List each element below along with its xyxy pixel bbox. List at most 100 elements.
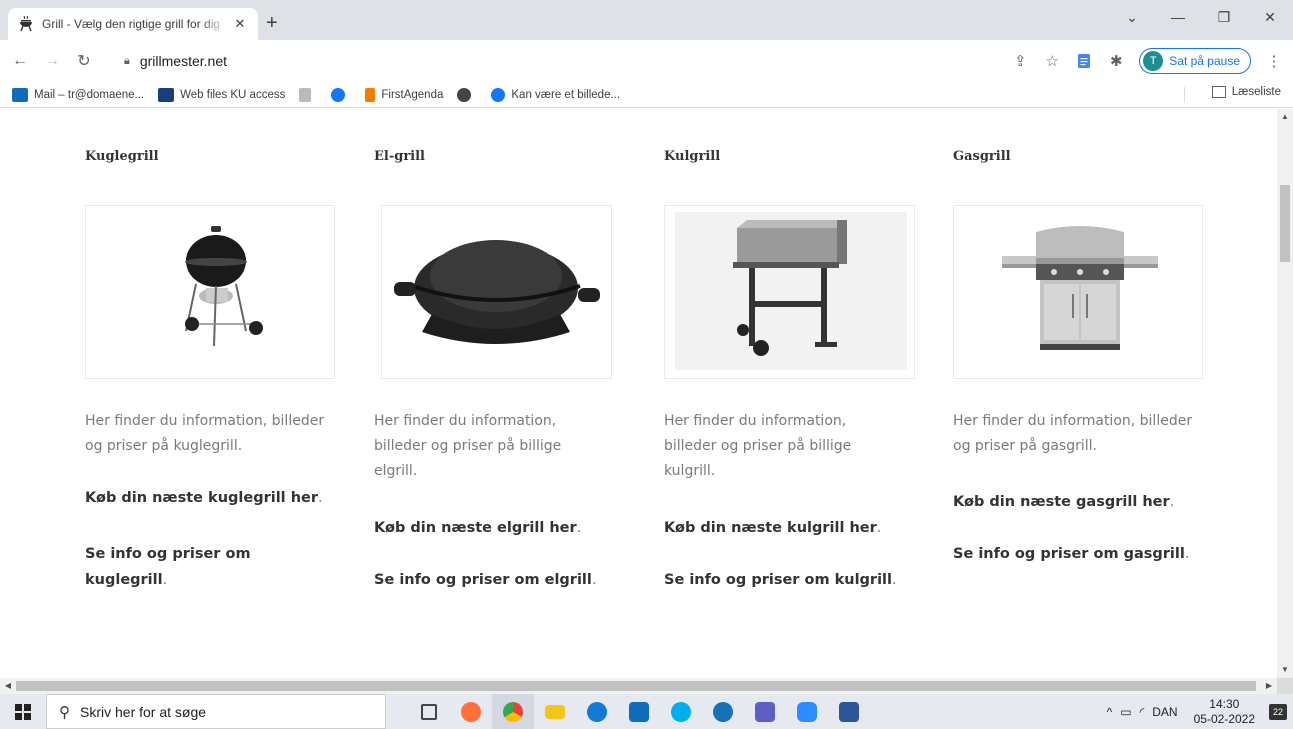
bookmark-web-files[interactable]: Web files KU access xyxy=(158,87,286,102)
buy-link[interactable]: Køb din næste kuglegrill her. xyxy=(85,485,355,511)
period: . xyxy=(1184,546,1190,562)
task-view-button[interactable] xyxy=(408,694,450,729)
lock-icon[interactable]: 🔒︎ xyxy=(124,55,130,68)
teams-icon xyxy=(755,701,775,722)
edge-button[interactable] xyxy=(576,694,618,729)
buy-link[interactable]: Køb din næste gasgrill her. xyxy=(953,489,1223,515)
address-bar[interactable]: 🔒︎ grillmester.net xyxy=(112,46,1046,76)
back-button[interactable]: ← xyxy=(8,49,32,73)
horizontal-scrollbar[interactable]: ◀ ▶ xyxy=(0,678,1277,694)
clock[interactable]: 14:30 05-02-2022 xyxy=(1194,697,1255,727)
docs-extension-icon[interactable] xyxy=(1075,52,1093,70)
category-title: Kuglegrill xyxy=(85,149,159,164)
teams-button[interactable] xyxy=(744,694,786,729)
vertical-scroll-thumb[interactable] xyxy=(1280,185,1290,262)
facebook-icon xyxy=(331,87,346,102)
chrome-icon xyxy=(503,701,523,722)
bookmark-label: Mail – tr@domaene... xyxy=(34,88,145,101)
skype-business-button[interactable] xyxy=(702,694,744,729)
bookmark-globe[interactable] xyxy=(457,87,477,102)
period: . xyxy=(591,572,597,588)
horizontal-scroll-thumb[interactable] xyxy=(16,681,1256,691)
battery-icon[interactable]: ▭ xyxy=(1120,705,1131,719)
notification-center-button[interactable]: 22 xyxy=(1263,694,1293,729)
buy-link-text[interactable]: Køb din næste kulgrill her xyxy=(664,520,877,536)
info-link[interactable]: Se info og priser om gasgrill. xyxy=(953,541,1223,567)
minimize-button[interactable]: — xyxy=(1155,0,1201,34)
word-button[interactable] xyxy=(828,694,870,729)
bookmark-separator xyxy=(1184,87,1185,103)
share-icon[interactable]: ⇪ xyxy=(1011,52,1029,70)
info-link-text[interactable]: Se info og priser om elgrill xyxy=(374,572,592,588)
skype-icon xyxy=(671,701,691,722)
info-link[interactable]: Se info og priser om kuglegrill. xyxy=(85,541,285,593)
file-explorer-button[interactable] xyxy=(534,694,576,729)
bookmark-facebook-image[interactable]: Kan være et billede... xyxy=(491,87,620,102)
search-placeholder: Skriv her for at søge xyxy=(80,703,207,720)
scroll-right-arrow-icon[interactable]: ▶ xyxy=(1261,678,1277,694)
search-icon: ⚲ xyxy=(59,703,70,721)
scroll-left-arrow-icon[interactable]: ◀ xyxy=(0,678,16,694)
tab-search-icon[interactable]: ⌄ xyxy=(1109,0,1155,34)
bookmark-facebook[interactable] xyxy=(331,87,351,102)
buy-link[interactable]: Køb din næste kulgrill her. xyxy=(664,515,934,541)
category-description: Her finder du information, billeder og p… xyxy=(374,413,562,479)
show-hidden-icons-icon[interactable]: ^ xyxy=(1107,705,1113,719)
category-title: Kulgrill xyxy=(664,149,721,164)
category-title: Gasgrill xyxy=(953,149,1011,164)
bookmark-flag-icon xyxy=(365,87,376,102)
gas-grill-image[interactable] xyxy=(953,205,1203,379)
electric-grill-image[interactable] xyxy=(381,205,612,379)
scroll-down-arrow-icon[interactable]: ▼ xyxy=(1277,662,1293,678)
new-tab-button[interactable]: + xyxy=(266,13,278,33)
wifi-icon[interactable]: ◜ xyxy=(1140,705,1145,719)
browser-toolbar: ← → ↻ 🔒︎ grillmester.net ⇪ ☆ ✱ T Sat på … xyxy=(0,40,1293,82)
period: . xyxy=(162,572,168,588)
bookmark-crest[interactable] xyxy=(299,87,317,102)
extensions-puzzle-icon[interactable]: ✱ xyxy=(1107,52,1125,70)
task-view-icon xyxy=(421,703,437,720)
buy-link[interactable]: Køb din næste elgrill her. xyxy=(374,515,644,541)
bookmark-star-icon[interactable]: ☆ xyxy=(1043,52,1061,70)
start-button[interactable] xyxy=(0,694,46,729)
forward-button[interactable]: → xyxy=(40,49,64,73)
buy-link-text[interactable]: Køb din næste gasgrill her xyxy=(953,494,1170,510)
outlook-button[interactable] xyxy=(618,694,660,729)
info-link-text[interactable]: Se info og priser om kuglegrill xyxy=(85,546,251,588)
reload-button[interactable]: ↻ xyxy=(72,49,96,73)
charcoal-grill-image[interactable] xyxy=(664,205,915,379)
browser-tab[interactable]: Grill - Vælg den rigtige grill for dig ✕ xyxy=(8,8,258,40)
input-language[interactable]: DAN xyxy=(1152,705,1177,719)
period: . xyxy=(576,520,582,536)
chrome-button[interactable] xyxy=(492,694,534,729)
info-link-text[interactable]: Se info og priser om kulgrill xyxy=(664,572,892,588)
close-window-button[interactable]: ✕ xyxy=(1247,0,1293,34)
info-link-text[interactable]: Se info og priser om gasgrill xyxy=(953,546,1185,562)
restore-button[interactable]: ❐ xyxy=(1201,0,1247,34)
profile-button[interactable]: T Sat på pause xyxy=(1139,48,1251,74)
tab-close-icon[interactable]: ✕ xyxy=(232,16,248,32)
info-link[interactable]: Se info og priser om elgrill. xyxy=(374,567,644,593)
page-viewport: Kuglegrill Her finder du information, bi… xyxy=(0,109,1277,678)
buy-link-text[interactable]: Køb din næste elgrill her xyxy=(374,520,577,536)
kettle-grill-image[interactable] xyxy=(85,205,335,379)
reading-list-icon xyxy=(1211,86,1226,98)
zoom-button[interactable] xyxy=(786,694,828,729)
toolbar-actions: ⇪ ☆ ✱ T Sat på pause ⋮ xyxy=(1011,46,1283,76)
skype-button[interactable] xyxy=(660,694,702,729)
browser-menu-icon[interactable]: ⋮ xyxy=(1265,52,1283,70)
bookmark-firstagenda[interactable]: FirstAgenda xyxy=(365,87,443,102)
bookmark-label: Web files KU access xyxy=(180,88,286,101)
reading-list-button[interactable]: Læseliste xyxy=(1211,86,1281,98)
scroll-up-arrow-icon[interactable]: ▲ xyxy=(1277,109,1293,125)
url-text[interactable]: grillmester.net xyxy=(140,53,227,69)
taskbar-search-box[interactable]: ⚲ Skriv her for at søge xyxy=(46,694,386,729)
buy-link-text[interactable]: Køb din næste kuglegrill her xyxy=(85,490,318,506)
tab-title: Grill - Vælg den rigtige grill for dig xyxy=(42,17,221,31)
vertical-scrollbar[interactable]: ▲ ▼ xyxy=(1277,109,1293,678)
bookmark-mail[interactable]: Mail – tr@domaene... xyxy=(12,87,145,102)
info-link[interactable]: Se info og priser om kulgrill. xyxy=(664,567,934,593)
firefox-icon xyxy=(461,701,481,722)
category-description: Her finder du information, billeder og p… xyxy=(85,413,325,454)
firefox-button[interactable] xyxy=(450,694,492,729)
